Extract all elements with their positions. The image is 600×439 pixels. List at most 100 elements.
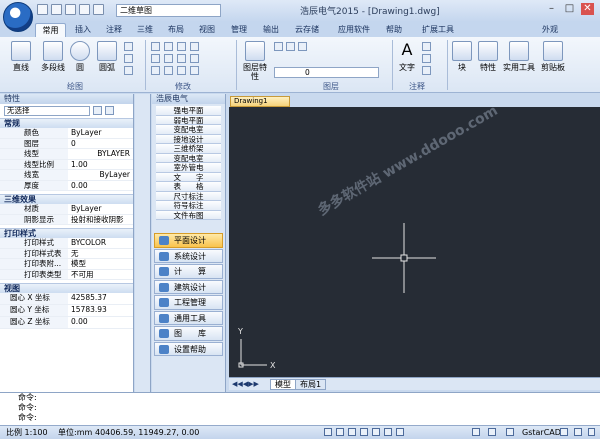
tab-layout[interactable]: 布局: [163, 23, 189, 37]
rectangle-icon[interactable]: [124, 42, 133, 51]
tab-3d[interactable]: 三维: [132, 23, 158, 37]
command-window[interactable]: 命令: 命令: 命令:: [0, 392, 600, 425]
prop-row[interactable]: 打印样式 BYCOLOR: [0, 238, 133, 249]
osnap-icon[interactable]: [372, 428, 380, 436]
new-file-icon[interactable]: [37, 4, 48, 15]
grid-icon[interactable]: [336, 428, 344, 436]
table-icon[interactable]: [422, 66, 431, 75]
tab-annotate[interactable]: 注释: [101, 23, 127, 37]
snap-icon[interactable]: [324, 428, 332, 436]
open-file-icon[interactable]: [51, 4, 62, 15]
line-button[interactable]: 直线: [8, 41, 34, 72]
clipboard-button[interactable]: 剪贴板: [538, 41, 568, 72]
properties-button[interactable]: 特性: [476, 41, 500, 72]
nav-plan-design[interactable]: 平面设计: [154, 233, 223, 248]
workspace-select[interactable]: 二维草图: [116, 4, 221, 17]
elec-menu-item[interactable]: 文 字: [156, 172, 221, 182]
block-button[interactable]: 块: [451, 41, 473, 72]
document-tab[interactable]: Drawing1: [230, 96, 290, 107]
prop-row[interactable]: 打印表附... 模型: [0, 259, 133, 270]
prop-row[interactable]: 圆心 X 坐标 42585.37: [0, 293, 133, 305]
elec-menu-item[interactable]: 接地设计: [156, 134, 221, 144]
prop-row[interactable]: 打印表类型 不可用: [0, 269, 133, 280]
otrack-icon[interactable]: [384, 428, 392, 436]
elec-menu-item[interactable]: 强电平面: [156, 106, 221, 116]
nav-system-design[interactable]: 系统设计: [154, 248, 223, 263]
prop-row[interactable]: 材质 ByLayer: [0, 204, 133, 215]
tab-model[interactable]: 模型: [270, 379, 296, 390]
mirror-icon[interactable]: [164, 54, 173, 63]
panel-splitter[interactable]: [135, 94, 151, 392]
explode-icon[interactable]: [190, 54, 199, 63]
tab-extensions[interactable]: 扩展工具: [417, 23, 459, 37]
layer-match-icon[interactable]: [286, 42, 295, 51]
appearance-menu[interactable]: 外观: [538, 23, 562, 37]
layer-properties-button[interactable]: 图层特性: [240, 41, 270, 81]
arc-button[interactable]: 圆弧: [94, 41, 120, 72]
lineweight-icon[interactable]: [396, 428, 404, 436]
prop-row[interactable]: 打印样式表无: [0, 248, 133, 259]
scale-icon[interactable]: [164, 66, 173, 75]
layout-nav-arrows-icon[interactable]: ◀◀◀▶▶: [232, 380, 259, 388]
elec-menu-item[interactable]: 尺寸标注: [156, 191, 221, 201]
stretch-icon[interactable]: [151, 66, 160, 75]
tab-apps[interactable]: 应用软件: [332, 23, 376, 37]
nav-project-management[interactable]: 工程管理: [154, 295, 223, 310]
tab-layout1[interactable]: 布局1: [295, 379, 327, 390]
status-menu-icon[interactable]: [588, 428, 595, 436]
lock-icon[interactable]: [560, 428, 568, 436]
dimension-icon[interactable]: [422, 42, 431, 51]
nav-library[interactable]: 图 库: [154, 326, 223, 341]
ortho-icon[interactable]: [348, 428, 356, 436]
nav-calculation[interactable]: 计 算: [154, 264, 223, 279]
region-icon[interactable]: [124, 66, 133, 75]
prop-row[interactable]: 厚度 0.00: [0, 180, 133, 191]
prop-row[interactable]: 颜色 ByLayer: [0, 128, 133, 139]
status-unit[interactable]: 单位:mm: [58, 426, 92, 439]
text-button[interactable]: A 文字: [396, 41, 418, 73]
section-view[interactable]: 视图: [0, 283, 133, 293]
prop-row[interactable]: 阴影显示 投射和接收阴影: [0, 214, 133, 225]
command-input-line[interactable]: 命令:: [0, 413, 600, 423]
elec-menu-item[interactable]: 室外管电: [156, 163, 221, 173]
offset-icon[interactable]: [190, 66, 199, 75]
section-plot-style[interactable]: 打印样式: [0, 228, 133, 238]
section-3d-effects[interactable]: 三维效果: [0, 194, 133, 204]
polar-icon[interactable]: [360, 428, 368, 436]
tab-cloud[interactable]: 云存储: [290, 23, 324, 37]
move-icon[interactable]: [151, 42, 160, 51]
workspace-icon[interactable]: [506, 428, 514, 436]
tab-output[interactable]: 输出: [258, 23, 284, 37]
elec-menu-item[interactable]: 三维桥架: [156, 144, 221, 154]
app-logo-icon[interactable]: [3, 2, 33, 32]
nav-settings-help[interactable]: 设置帮助: [154, 341, 223, 356]
save-icon[interactable]: [65, 4, 76, 15]
model-space-icon[interactable]: [472, 428, 480, 436]
status-scale[interactable]: 比例 1:100: [6, 426, 48, 439]
print-icon[interactable]: [79, 4, 90, 15]
fullscreen-icon[interactable]: [574, 428, 582, 436]
circle-button[interactable]: 圆: [69, 41, 91, 72]
layer-state-icon[interactable]: [274, 42, 283, 51]
nav-common-tools[interactable]: 通用工具: [154, 310, 223, 325]
undo-icon[interactable]: [93, 4, 104, 15]
quick-select-icon[interactable]: [93, 106, 102, 115]
prop-row[interactable]: 线型 BYLAYER: [0, 149, 133, 160]
polyline-button[interactable]: 多段线: [38, 41, 68, 72]
select-objects-icon[interactable]: [105, 106, 114, 115]
elec-menu-item[interactable]: 弱电平面: [156, 115, 221, 125]
elec-menu-item[interactable]: 表 格: [156, 182, 221, 192]
leader-icon[interactable]: [422, 54, 431, 63]
layer-select[interactable]: 0: [274, 67, 379, 78]
array-icon[interactable]: [177, 66, 186, 75]
prop-row[interactable]: 线宽 ByLayer: [0, 170, 133, 181]
elec-menu-item[interactable]: 符号标注: [156, 201, 221, 211]
elec-menu-item[interactable]: 变配电室: [156, 125, 221, 135]
selection-select[interactable]: 无选择: [4, 106, 90, 116]
tab-insert[interactable]: 插入: [70, 23, 96, 37]
maximize-button[interactable]: □: [563, 3, 576, 15]
section-general[interactable]: 常规: [0, 118, 133, 128]
nav-building-design[interactable]: 建筑设计: [154, 279, 223, 294]
tab-view[interactable]: 视图: [194, 23, 220, 37]
fillet-icon[interactable]: [177, 54, 186, 63]
